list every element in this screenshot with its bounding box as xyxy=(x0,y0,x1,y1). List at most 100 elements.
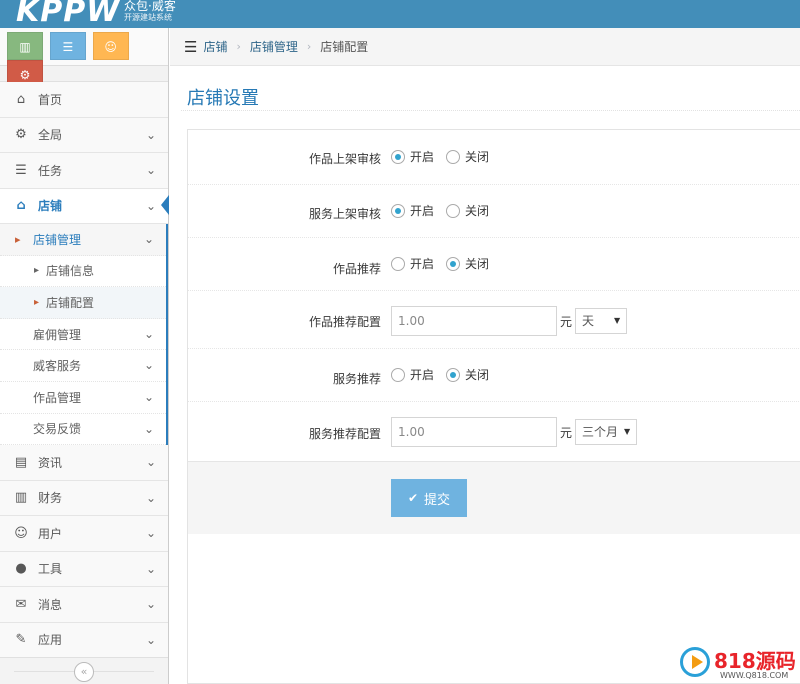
chevron-down-icon: ⌄ xyxy=(143,389,154,404)
submenu-label: 威客服务 xyxy=(33,359,82,374)
work-recommend-on-radio[interactable]: 开启 xyxy=(391,255,434,272)
chevron-down-icon: ⌄ xyxy=(145,490,156,505)
sidebar-item-tools[interactable]: ● 工具 ⌄ xyxy=(0,551,168,588)
sidebar-item-label: 用户 xyxy=(38,526,63,541)
radio-unchecked-icon xyxy=(391,367,405,382)
submenu-label: 店铺管理 xyxy=(33,232,82,247)
shortcut-users-button[interactable]: ☺ xyxy=(92,32,129,60)
service-recommend-unit: 元 xyxy=(560,425,573,440)
envelope-icon: ✉ xyxy=(15,596,27,612)
sidebar-item-label: 消息 xyxy=(38,597,63,612)
work-recommend-config-controls: 1.00 元 天 ▼ xyxy=(391,306,628,336)
chevron-down-icon: ⌄ xyxy=(143,326,154,341)
form-row-service-recommend: 服务推荐 开启 关闭 xyxy=(188,349,800,402)
shop-submenu: 店铺管理 ⌄ 店铺信息 店铺配置 雇佣管理 ⌄ 威客服务 ⌄ 作品管理 ⌄ 交易… xyxy=(0,224,168,446)
watermark-text: 818源码 xyxy=(714,649,796,673)
sidebar-item-label: 全局 xyxy=(38,128,63,143)
chevron-down-icon: ⌄ xyxy=(145,597,156,612)
submit-button[interactable]: ✔ 提交 xyxy=(391,479,467,517)
submenu-witkey-service[interactable]: 威客服务 ⌄ xyxy=(0,350,166,382)
sidebar: ▥ ☰ ☺ ⚙ ⌂ 首页 ⚙ 全局 ⌄ ☰ 任务 ⌄ ⌂ 店铺 ⌄ 店铺管理 ⌄… xyxy=(0,28,169,684)
sidebar-item-finance[interactable]: ▥ 财务 ⌄ xyxy=(0,480,168,517)
radio-label: 开启 xyxy=(410,150,435,164)
sidebar-item-home[interactable]: ⌂ 首页 xyxy=(0,82,168,118)
service-recommend-price-input[interactable]: 1.00 xyxy=(391,417,557,447)
chevron-down-icon: ⌄ xyxy=(145,163,156,177)
sidebar-shortcuts: ▥ ☰ ☺ ⚙ xyxy=(0,28,168,88)
form-row-work-recommend: 作品推荐 开启 关闭 xyxy=(188,238,800,291)
sidebar-item-shop[interactable]: ⌂ 店铺 ⌄ xyxy=(0,188,169,224)
service-recommend-off-radio[interactable]: 关闭 xyxy=(446,366,489,383)
service-recommend-on-radio[interactable]: 开启 xyxy=(391,366,434,383)
service-recommend-radio-group: 开启 关闭 xyxy=(391,366,501,383)
sidebar-item-label: 店铺 xyxy=(38,199,63,214)
radio-label: 关闭 xyxy=(465,204,490,218)
top-navbar: KPPW 众包·威客 开源建站系统 xyxy=(0,0,800,29)
work-review-radio-group: 开启 关闭 xyxy=(391,148,501,165)
radio-label: 开启 xyxy=(410,257,435,271)
brand-logo[interactable]: KPPW xyxy=(16,0,120,29)
chevron-down-icon: ⌄ xyxy=(145,198,156,213)
watermark-logo: 818源码 WWW.Q818.COM xyxy=(680,643,798,683)
service-review-label: 服务上架审核 xyxy=(308,207,381,221)
radio-unchecked-icon xyxy=(446,203,461,218)
radio-checked-icon xyxy=(391,203,405,218)
chevron-down-icon: ⌄ xyxy=(145,632,156,647)
work-recommend-unit: 元 xyxy=(560,314,573,329)
work-review-off-radio[interactable]: 关闭 xyxy=(446,148,489,165)
sidebar-item-messages[interactable]: ✉ 消息 ⌄ xyxy=(0,587,168,623)
sidebar-item-label: 应用 xyxy=(38,633,63,648)
submenu-shop-management[interactable]: 店铺管理 ⌄ xyxy=(0,224,166,256)
service-review-on-radio[interactable]: 开启 xyxy=(391,202,434,219)
submenu-label: 店铺配置 xyxy=(46,295,95,310)
breadcrumb-link-shop-management[interactable]: 店铺管理 xyxy=(250,38,298,55)
sidebar-item-news[interactable]: ▤ 资讯 ⌄ xyxy=(0,445,168,481)
radio-checked-icon xyxy=(391,149,405,164)
brand-subtitle-main: 众包·威客 xyxy=(124,0,176,13)
service-recommend-label: 服务推荐 xyxy=(332,372,381,386)
submenu-label: 作品管理 xyxy=(33,390,82,405)
shortcut-list-button[interactable]: ☰ xyxy=(49,32,86,60)
work-review-label: 作品上架审核 xyxy=(308,152,381,166)
file-icon: ▤ xyxy=(14,454,28,470)
submenu-shop-config[interactable]: 店铺配置 xyxy=(0,287,166,319)
sidebar-item-label: 财务 xyxy=(38,491,63,506)
submenu-work-management[interactable]: 作品管理 ⌄ xyxy=(0,382,166,414)
work-recommend-label: 作品推荐 xyxy=(332,262,381,276)
select-value: 天 xyxy=(582,314,595,328)
work-recommend-price-input[interactable]: 1.00 xyxy=(391,306,557,336)
submenu-label: 雇佣管理 xyxy=(33,327,82,342)
sidebar-item-tasks[interactable]: ☰ 任务 ⌄ xyxy=(0,153,168,189)
chevron-right-icon: › xyxy=(236,40,241,53)
shortcut-chart-button[interactable]: ▥ xyxy=(7,32,43,60)
check-icon: ✔ xyxy=(407,491,419,505)
select-value: 三个月 xyxy=(582,425,619,439)
submenu-hire-management[interactable]: 雇佣管理 ⌄ xyxy=(0,319,166,351)
work-recommend-off-radio[interactable]: 关闭 xyxy=(446,255,489,272)
sidebar-item-apps[interactable]: ✎ 应用 ⌄ xyxy=(0,622,168,659)
gear-icon: ⚙ xyxy=(15,127,27,143)
page-title: 店铺设置 xyxy=(187,88,259,109)
form-row-work-recommend-config: 作品推荐配置 1.00 元 天 ▼ xyxy=(188,291,800,349)
home-icon: ⌂ xyxy=(16,91,26,107)
form-row-work-review: 作品上架审核 开启 关闭 xyxy=(188,130,800,185)
sidebar-item-label: 任务 xyxy=(38,163,63,178)
breadcrumb: ☰ 店铺 › 店铺管理 › 店铺配置 xyxy=(170,28,800,66)
radio-unchecked-icon xyxy=(446,149,461,164)
service-recommend-period-select[interactable]: 三个月 ▼ xyxy=(575,419,638,445)
work-recommend-period-select[interactable]: 天 ▼ xyxy=(575,308,628,334)
submenu-shop-info[interactable]: 店铺信息 xyxy=(0,256,166,288)
tasks-icon: ☰ xyxy=(15,162,27,178)
work-recommend-config-label: 作品推荐配置 xyxy=(308,315,381,329)
edit-icon: ✎ xyxy=(15,632,27,648)
sidebar-collapse-button[interactable]: « xyxy=(74,662,94,682)
sidebar-item-users[interactable]: ☺ 用户 ⌄ xyxy=(0,516,168,552)
form-row-service-recommend-config: 服务推荐配置 1.00 元 三个月 ▼ xyxy=(188,402,800,461)
work-review-on-radio[interactable]: 开启 xyxy=(391,148,434,165)
submenu-label: 交易反馈 xyxy=(33,422,82,437)
radio-label: 开启 xyxy=(410,368,435,382)
sidebar-item-global[interactable]: ⚙ 全局 ⌄ xyxy=(0,117,168,153)
breadcrumb-link-shop[interactable]: 店铺 xyxy=(203,38,227,55)
submenu-trade-feedback[interactable]: 交易反馈 ⌄ xyxy=(0,414,166,446)
service-review-off-radio[interactable]: 关闭 xyxy=(446,202,489,219)
